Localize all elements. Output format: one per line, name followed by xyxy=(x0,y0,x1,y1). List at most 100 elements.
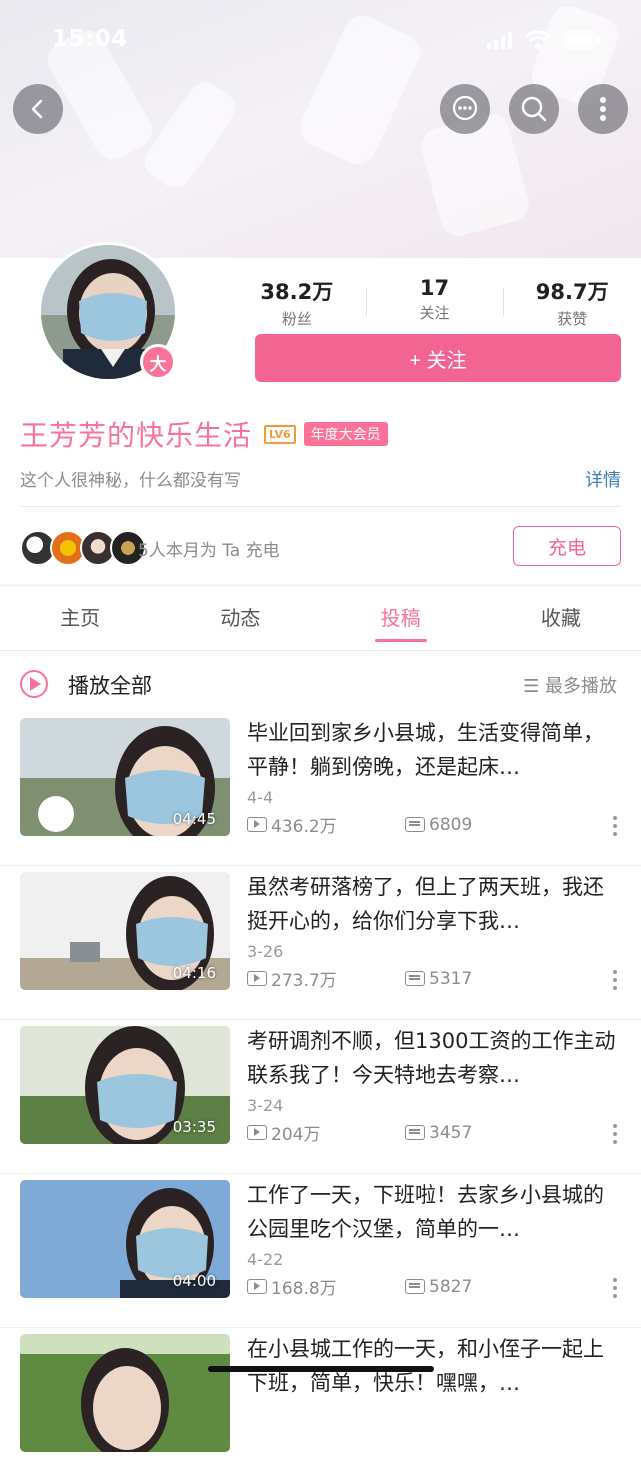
video-item[interactable]: 04:00 工作了一天，下班啦！去家乡小县城的公园里吃个汉堡，简单的一… 4-2… xyxy=(0,1174,641,1328)
play-count-icon xyxy=(247,1125,267,1140)
video-stats: 204万 3457 xyxy=(247,1120,472,1145)
view-count-text: 204万 xyxy=(271,1125,321,1145)
video-thumbnail[interactable]: 04:45 xyxy=(20,718,230,836)
video-more-button[interactable] xyxy=(613,816,617,840)
video-stats: 168.8万 5827 xyxy=(247,1274,472,1299)
charger-avatars[interactable] xyxy=(20,530,146,566)
stat-likes[interactable]: 98.7万 获赞 xyxy=(503,276,641,329)
status-time: 15:04 xyxy=(52,26,128,52)
video-item[interactable]: 03:35 考研调剂不顺，但1300工资的工作主动联系我了！今天特地去考察… 3… xyxy=(0,1020,641,1174)
name-row: 王芳芳的快乐生活 LV6 年度大会员 xyxy=(20,414,388,454)
profile-banner: 15:04 xyxy=(0,0,641,258)
charge-row: 5人本月为 Ta 充电 充电 xyxy=(20,526,621,568)
status-icons xyxy=(487,30,601,50)
play-all-button[interactable]: 播放全部 xyxy=(68,670,152,700)
video-title[interactable]: 毕业回到家乡小县城，生活变得简单，平静！躺到傍晚，还是起床… xyxy=(247,716,617,784)
tab-dynamics[interactable]: 动态 xyxy=(160,588,320,648)
charge-text: 5人本月为 Ta 充电 xyxy=(138,541,280,561)
creator-badge: 大 xyxy=(140,344,176,380)
follow-button[interactable]: + 关注 xyxy=(255,334,621,382)
video-date: 4-22 xyxy=(247,1250,284,1269)
sort-selector[interactable]: ☰ 最多播放 xyxy=(523,672,617,698)
stat-fans[interactable]: 38.2万 粉丝 xyxy=(228,276,366,329)
video-duration: 04:16 xyxy=(172,964,216,982)
stat-value: 17 xyxy=(419,276,450,300)
video-more-button[interactable] xyxy=(613,1278,617,1302)
charge-button[interactable]: 充电 xyxy=(513,526,621,566)
stat-label: 粉丝 xyxy=(281,310,312,328)
view-count: 204万 xyxy=(247,1120,405,1145)
back-arrow-icon xyxy=(31,99,43,119)
video-thumbnail[interactable]: 03:35 xyxy=(20,1026,230,1144)
tab-uploads[interactable]: 投稿 xyxy=(321,588,481,648)
tab-home[interactable]: 主页 xyxy=(0,588,160,648)
search-icon xyxy=(521,96,547,122)
view-count-text: 436.2万 xyxy=(271,817,337,837)
detail-link[interactable]: 详情 xyxy=(585,466,621,492)
signal-icon xyxy=(487,32,512,49)
video-item[interactable]: 04:16 虽然考研落榜了，但上了两天班，我还挺开心的，给你们分享下我… 3-2… xyxy=(0,866,641,1020)
battery-icon xyxy=(561,31,600,49)
profile-tabs: 主页 动态 投稿 收藏 xyxy=(0,588,641,648)
more-vertical-icon xyxy=(600,97,606,121)
section-divider xyxy=(0,584,641,587)
view-count: 168.8万 xyxy=(247,1274,405,1299)
view-count: 436.2万 xyxy=(247,812,405,837)
bio-text: 这个人很神秘，什么都没有写 xyxy=(20,471,241,491)
stat-value: 98.7万 xyxy=(535,280,609,304)
play-count-icon xyxy=(247,971,267,986)
danmaku-icon xyxy=(405,971,425,986)
level-badge: LV6 xyxy=(264,424,296,444)
view-count-text: 168.8万 xyxy=(271,1279,337,1299)
danmaku-count: 5317 xyxy=(429,968,473,989)
video-item[interactable]: 04:45 毕业回到家乡小县城，生活变得简单，平静！躺到傍晚，还是起床… 4-4… xyxy=(0,712,641,866)
video-date: 3-24 xyxy=(247,1096,284,1115)
video-item[interactable]: 在小县城工作的一天，和小侄子一起上下班，简单，快乐！嘿嘿，… xyxy=(0,1328,641,1481)
divider xyxy=(20,506,621,507)
vip-badge[interactable]: 年度大会员 xyxy=(303,422,388,446)
danmaku-icon xyxy=(405,1279,425,1294)
message-button[interactable] xyxy=(440,84,490,134)
video-thumbnail[interactable]: 04:16 xyxy=(20,872,230,990)
video-date: 4-4 xyxy=(247,788,274,807)
tab-favorites[interactable]: 收藏 xyxy=(481,588,641,648)
back-button[interactable] xyxy=(13,84,63,134)
thumbnail-image xyxy=(20,1334,230,1452)
danmaku-icon xyxy=(405,817,425,832)
play-count-icon xyxy=(247,1279,267,1294)
video-more-button[interactable] xyxy=(613,970,617,994)
wifi-icon xyxy=(525,30,551,49)
danmaku-count: 3457 xyxy=(429,1122,473,1143)
search-button[interactable] xyxy=(509,84,559,134)
stat-following[interactable]: 17 关注 xyxy=(365,276,504,329)
divider xyxy=(0,650,641,651)
video-more-button[interactable] xyxy=(613,1124,617,1148)
profile-stats: 38.2万 粉丝 17 关注 98.7万 获赞 xyxy=(228,276,641,329)
video-title[interactable]: 虽然考研落榜了，但上了两天班，我还挺开心的，给你们分享下我… xyxy=(247,870,617,938)
danmaku-count: 6809 xyxy=(429,814,473,835)
video-stats: 436.2万 6809 xyxy=(247,812,472,837)
video-thumbnail[interactable] xyxy=(20,1334,230,1452)
video-date: 3-26 xyxy=(247,942,284,961)
stat-label: 获赞 xyxy=(557,310,588,328)
chat-bubble-icon xyxy=(452,95,478,121)
play-all-bar: 播放全部 ☰ 最多播放 xyxy=(0,664,641,708)
stat-label: 关注 xyxy=(419,304,450,322)
view-count: 273.7万 xyxy=(247,966,405,991)
danmaku-icon xyxy=(405,1125,425,1140)
banner-decoration xyxy=(137,75,243,195)
view-count-text: 273.7万 xyxy=(271,971,337,991)
video-duration: 04:00 xyxy=(172,1272,216,1290)
danmaku-count: 5827 xyxy=(429,1276,473,1297)
video-duration: 03:35 xyxy=(172,1118,216,1136)
play-circle-icon[interactable] xyxy=(20,670,48,698)
more-button[interactable] xyxy=(578,84,628,134)
home-indicator[interactable] xyxy=(208,1366,434,1372)
video-stats: 273.7万 5317 xyxy=(247,966,472,991)
video-title[interactable]: 考研调剂不顺，但1300工资的工作主动联系我了！今天特地去考察… xyxy=(247,1024,617,1092)
play-count-icon xyxy=(247,817,267,832)
stat-value: 38.2万 xyxy=(260,280,334,304)
username: 王芳芳的快乐生活 xyxy=(20,419,253,452)
video-title[interactable]: 工作了一天，下班啦！去家乡小县城的公园里吃个汉堡，简单的一… xyxy=(247,1178,617,1246)
video-thumbnail[interactable]: 04:00 xyxy=(20,1180,230,1298)
